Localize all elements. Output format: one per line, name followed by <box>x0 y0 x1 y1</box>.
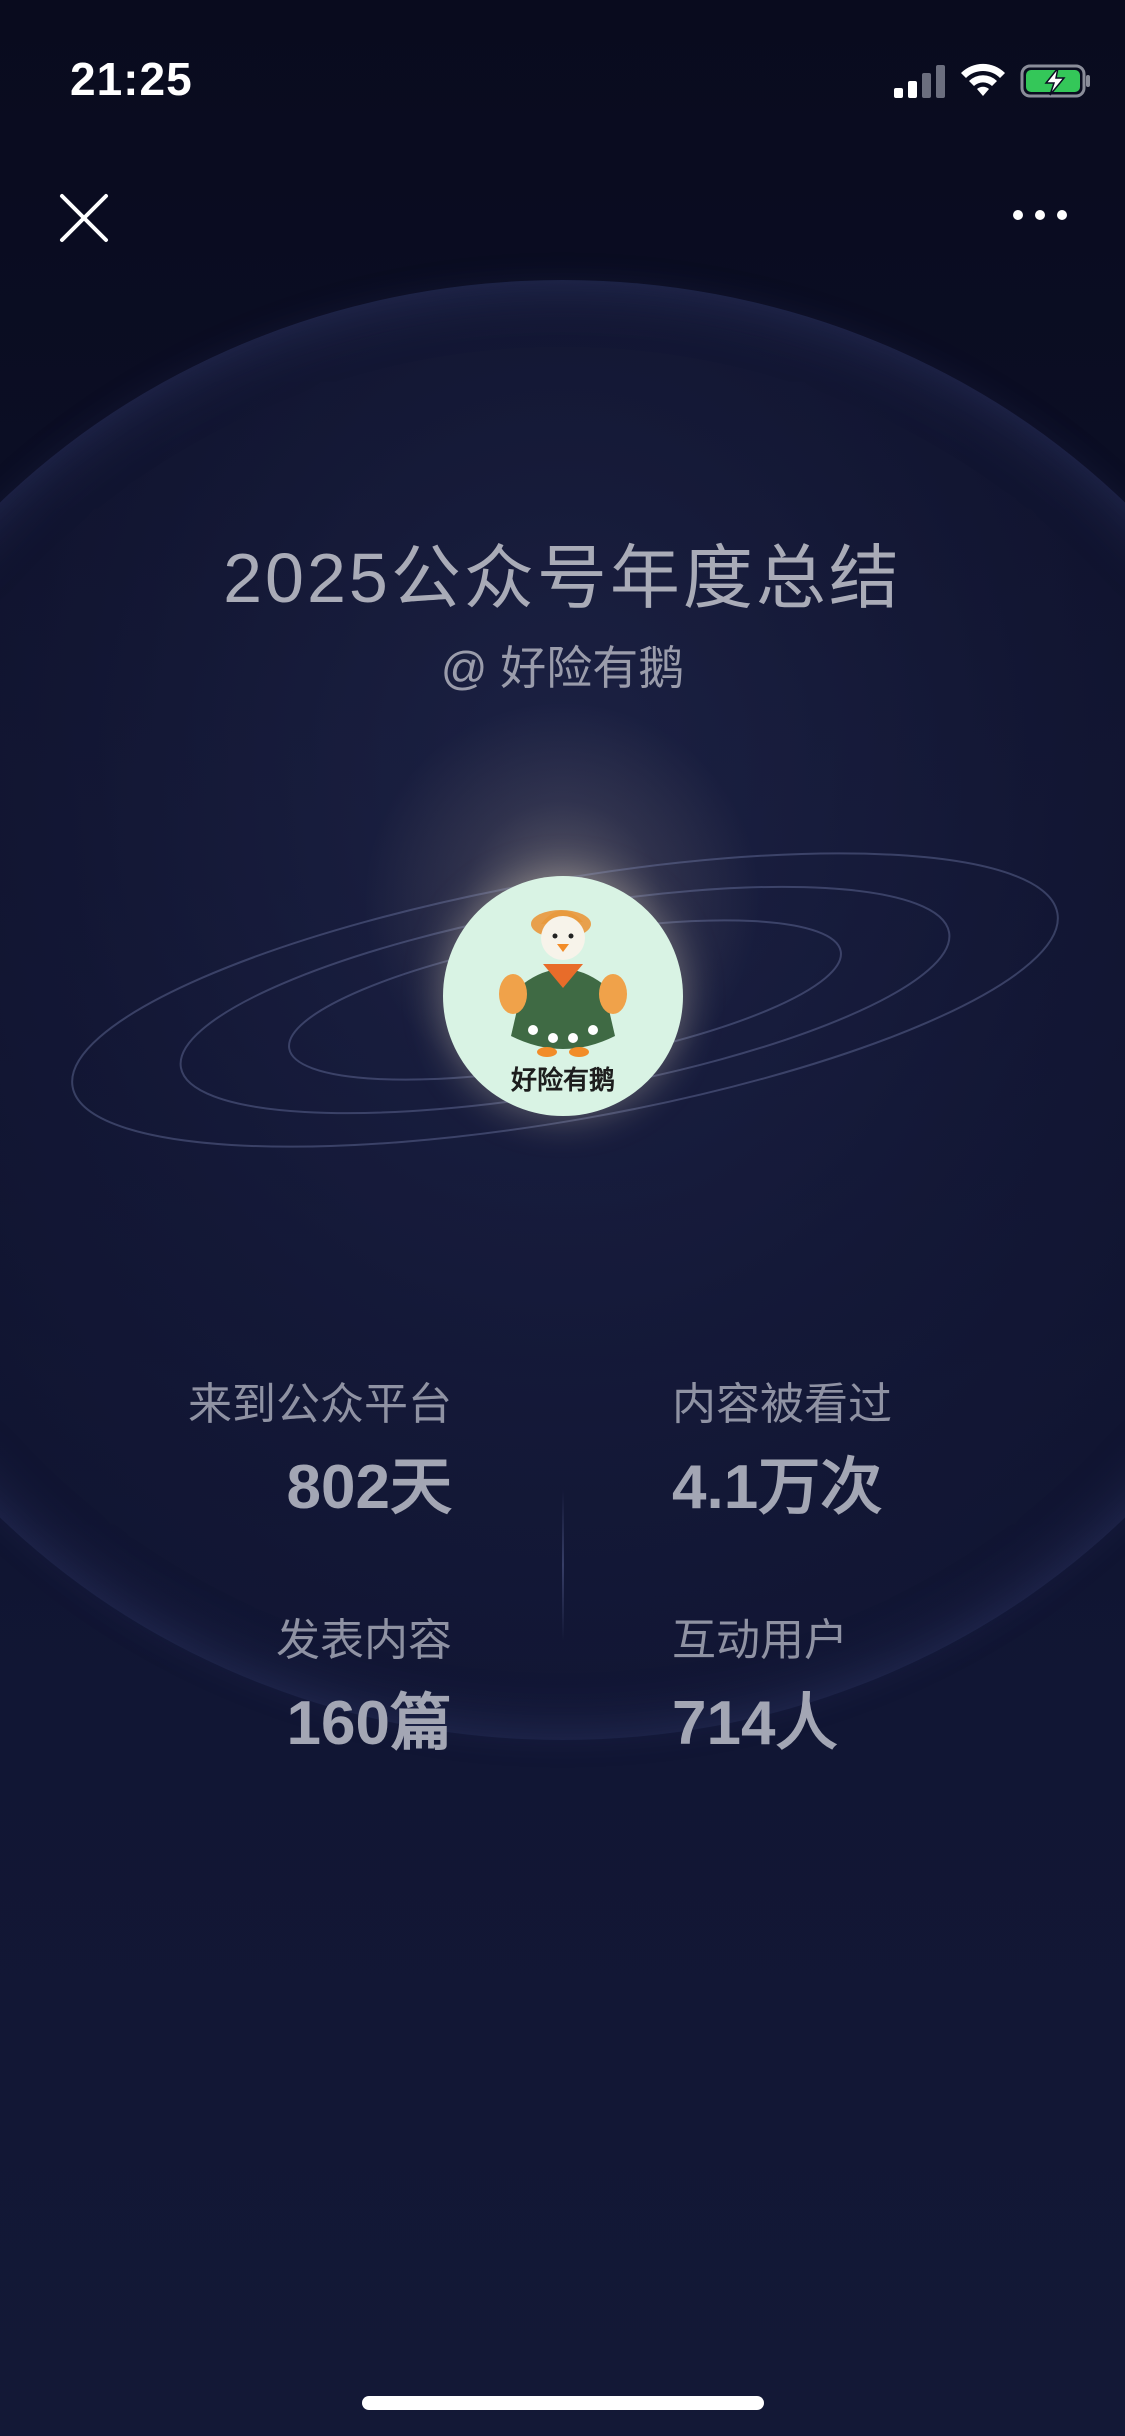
days-on-platform-value: 802天 <box>286 1453 452 1522</box>
content-views-label: 内容被看过 <box>672 1380 892 1429</box>
posts-published-value: 160篇 <box>286 1689 452 1758</box>
account-handle: @ 好险有鹅 <box>440 642 685 694</box>
avatar-brand-text: 好险有鹅 <box>510 1066 615 1096</box>
stats-divider <box>562 1490 564 1640</box>
status-bar: 21:25 <box>0 0 1125 150</box>
days-on-platform-label: 来到公众平台 <box>188 1380 452 1429</box>
status-time: 21:25 <box>70 53 193 105</box>
interacting-users-value: 714人 <box>672 1689 838 1758</box>
cellular-signal-icon <box>894 65 945 98</box>
interacting-users-label: 互动用户 <box>672 1616 848 1665</box>
page-title: 2025公众号年度总结 <box>223 539 902 617</box>
more-options-icon[interactable] <box>1010 200 1070 230</box>
posts-published-label: 发表内容 <box>276 1616 452 1665</box>
annual-summary-screen: 21:25 2025公众号年度总结 @ 好险有鹅 好险有鹅 来到公众平台 802… <box>0 0 1125 2436</box>
home-indicator[interactable] <box>362 2396 764 2410</box>
content-views-value: 4.1万次 <box>672 1453 883 1522</box>
account-avatar: 好险有鹅 <box>443 876 683 1116</box>
battery-charging-icon <box>1020 64 1090 98</box>
close-icon[interactable] <box>56 190 112 246</box>
wifi-icon <box>961 63 1005 96</box>
